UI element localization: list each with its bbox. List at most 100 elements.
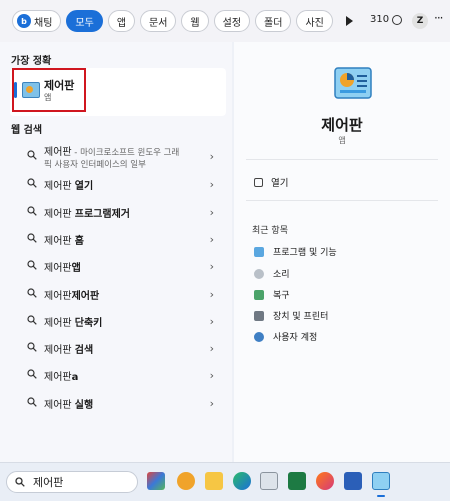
excel-icon[interactable] xyxy=(288,472,306,490)
web-result-item[interactable]: 제어판 열기 › xyxy=(10,172,226,198)
control-panel-taskbar-icon[interactable] xyxy=(372,472,390,490)
recent-item-label: 복구 xyxy=(273,291,290,301)
result-query-prefix: 제어판 xyxy=(44,372,72,383)
divider xyxy=(246,200,438,201)
search-icon xyxy=(27,342,37,352)
web-filter-button[interactable]: 웹 xyxy=(181,10,209,32)
chevron-right-icon[interactable]: › xyxy=(210,397,214,410)
chevron-right-icon[interactable]: › xyxy=(210,369,214,382)
more-options-icon[interactable]: ··· xyxy=(434,11,444,25)
recent-item-label: 장치 및 프린터 xyxy=(273,312,329,322)
active-app-indicator xyxy=(377,495,385,497)
documents-filter-button[interactable]: 문서 xyxy=(140,10,177,32)
rewards-points[interactable]: 310 xyxy=(370,14,403,25)
settings-filter-button[interactable]: 설정 xyxy=(213,10,251,32)
result-query-suggestion: 검색 xyxy=(74,345,94,356)
search-icon xyxy=(27,288,37,298)
recent-item-recovery[interactable]: 복구 xyxy=(254,288,290,301)
result-query-suggestion: 실행 xyxy=(74,400,94,411)
search-icon xyxy=(27,397,37,407)
web-result-item[interactable]: 제어판a › xyxy=(10,363,226,389)
user-accounts-icon xyxy=(254,331,264,342)
result-query-suggestion: 열기 xyxy=(74,181,94,192)
chat-filter-label: 채팅 xyxy=(34,17,53,29)
result-query-prefix: 제어판 xyxy=(44,147,72,158)
recent-item-label: 사용자 계정 xyxy=(273,333,318,343)
chevron-right-icon[interactable]: › xyxy=(210,233,214,246)
web-result-item[interactable]: 제어판앱 › xyxy=(10,254,226,280)
taskbar-search-input[interactable]: 제어판 xyxy=(6,471,138,493)
open-action[interactable]: 열기 xyxy=(254,175,288,189)
chevron-right-icon[interactable]: › xyxy=(210,288,214,301)
result-query-suggestion: 앱 xyxy=(71,263,81,274)
result-query-suggestion: 프로그램제거 xyxy=(74,209,130,220)
web-result-label: 제어판 검색 xyxy=(44,341,93,356)
more-filters-play-icon[interactable] xyxy=(345,16,353,26)
web-result-label: 제어판제어판 xyxy=(44,287,99,302)
search-icon xyxy=(27,315,37,325)
chevron-right-icon[interactable]: › xyxy=(210,178,214,191)
web-result-label: 제어판앱 xyxy=(44,259,81,274)
result-query-prefix: 제어판 xyxy=(44,318,75,329)
result-query-suggestion: a xyxy=(71,372,79,383)
search-query: 제어판 xyxy=(33,476,64,489)
photos-filter-button[interactable]: 사진 xyxy=(296,10,333,32)
divider xyxy=(246,159,438,160)
recent-item-user-accounts[interactable]: 사용자 계정 xyxy=(254,330,317,343)
recent-item-label: 프로그램 및 기능 xyxy=(273,248,337,258)
chat-filter-button[interactable]: b 채팅 xyxy=(12,10,62,32)
result-query-prefix: 제어판 xyxy=(44,263,72,274)
user-avatar[interactable]: Z xyxy=(412,13,428,29)
result-query-prefix: 제어판 xyxy=(44,181,75,192)
chevron-right-icon[interactable]: › xyxy=(210,315,214,328)
word-icon[interactable] xyxy=(344,472,362,490)
recent-item-programs[interactable]: 프로그램 및 기능 xyxy=(254,245,337,258)
detail-panel: 제어판 앱 열기 최근 항목 프로그램 및 기능 소리 복구 장치 및 프린터 … xyxy=(234,42,450,462)
copilot-icon[interactable] xyxy=(147,472,165,490)
all-filter-button[interactable]: 모두 xyxy=(66,10,103,32)
best-match-type: 앱 xyxy=(44,93,52,102)
result-query-prefix: 제어판 xyxy=(44,400,75,411)
result-description: - 마이크로소프트 윈도우 그래 xyxy=(71,148,180,158)
result-query-prefix: 제어판 xyxy=(44,345,75,356)
file-explorer-icon[interactable] xyxy=(205,472,223,490)
web-result-item[interactable]: 제어판 검색 › xyxy=(10,336,226,362)
results-panel: 가장 정확 제어판 앱 웹 검색 제어판 - 마이크로소프트 윈도우 그래 픽 사… xyxy=(0,42,232,462)
notepad-icon[interactable] xyxy=(260,472,278,490)
control-panel-large-icon xyxy=(334,67,372,99)
chevron-right-icon[interactable]: › xyxy=(210,260,214,273)
recent-item-devices[interactable]: 장치 및 프린터 xyxy=(254,309,328,322)
search-icon xyxy=(15,477,25,487)
web-result-label: 제어판 실행 xyxy=(44,396,93,411)
edge-browser-icon[interactable] xyxy=(233,472,251,490)
chevron-right-icon[interactable]: › xyxy=(210,342,214,355)
folders-filter-button[interactable]: 폴더 xyxy=(255,10,292,32)
search-icon xyxy=(27,206,37,216)
detail-title: 제어판 xyxy=(321,116,363,134)
search-icon xyxy=(27,260,37,270)
web-result-item[interactable]: 제어판 단축키 › xyxy=(10,309,226,335)
result-query-suggestion: 홈 xyxy=(74,236,84,247)
result-query-prefix: 제어판 xyxy=(44,209,75,220)
firefox-icon[interactable] xyxy=(316,472,334,490)
web-result-item[interactable]: 제어판 프로그램제거 › xyxy=(10,200,226,226)
web-search-heading: 웹 검색 xyxy=(11,125,43,136)
programs-features-icon xyxy=(254,246,264,257)
apps-filter-button[interactable]: 앱 xyxy=(107,10,136,32)
recent-item-label: 소리 xyxy=(273,270,290,280)
result-query-prefix: 제어판 xyxy=(44,236,75,247)
weather-icon[interactable] xyxy=(177,472,195,490)
recent-item-sound[interactable]: 소리 xyxy=(254,267,290,280)
web-result-label: 제어판 - 마이크로소프트 윈도우 그래 픽 사용자 인터페이스의 일부 xyxy=(44,143,179,170)
bing-icon: b xyxy=(17,14,31,28)
rewards-icon xyxy=(392,14,403,25)
web-result-item[interactable]: 제어판 실행 › xyxy=(10,391,226,417)
open-external-icon xyxy=(254,177,263,187)
web-result-item[interactable]: 제어판 홈 › xyxy=(10,227,226,253)
web-result-label: 제어판a xyxy=(44,368,78,383)
web-result-item[interactable]: 제어판제어판 › xyxy=(10,282,226,308)
control-panel-icon xyxy=(22,82,40,98)
chevron-right-icon[interactable]: › xyxy=(210,206,214,219)
chevron-right-icon[interactable]: › xyxy=(210,150,214,163)
web-result-item[interactable]: 제어판 - 마이크로소프트 윈도우 그래 픽 사용자 인터페이스의 일부 › xyxy=(10,144,226,170)
